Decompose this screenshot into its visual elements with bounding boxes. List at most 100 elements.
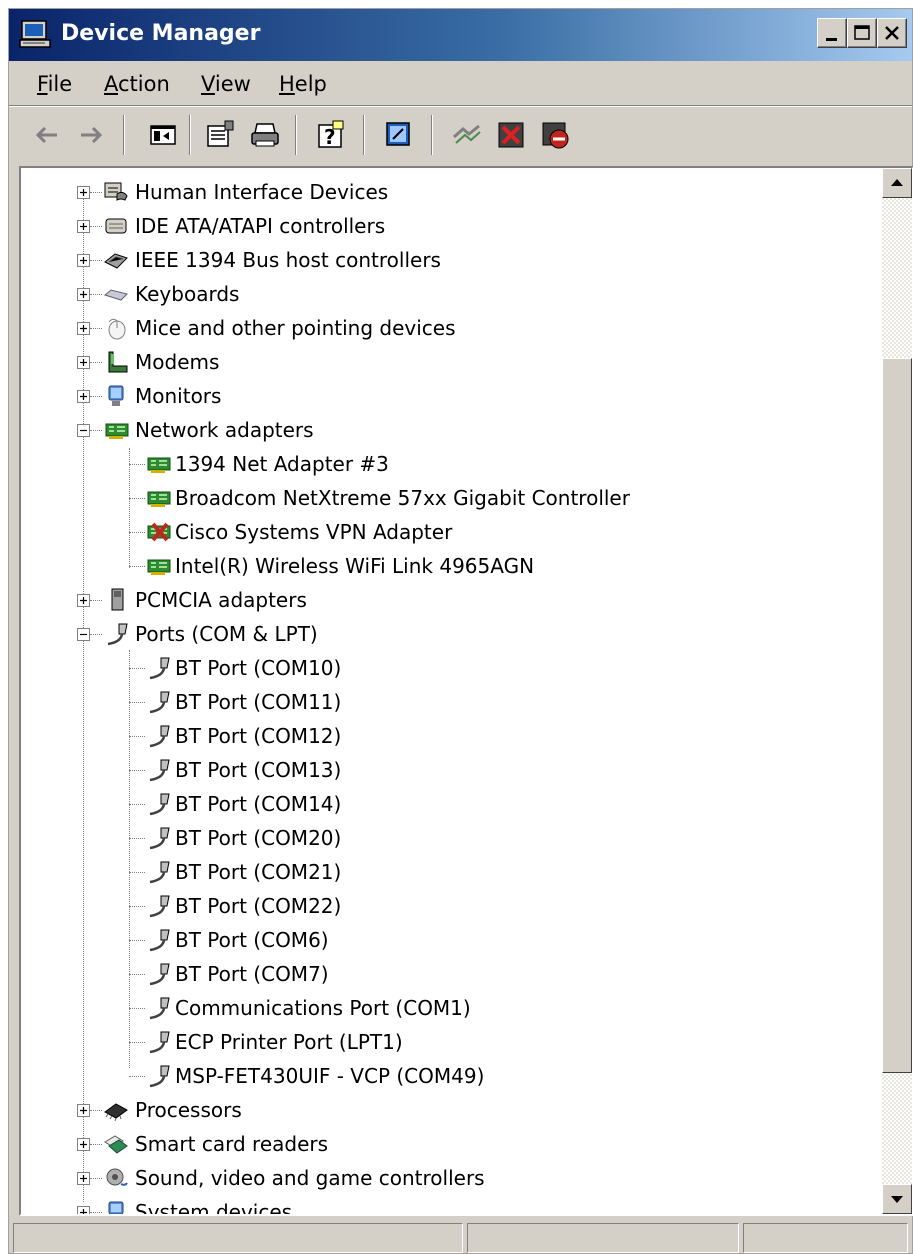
tree-node-smart-card-readers[interactable]: Smart card readers [21,1128,881,1160]
tree-node-port[interactable]: BT Port (COM13) [21,754,881,786]
menu-file[interactable]: File [37,69,72,99]
tree-node-port[interactable]: BT Port (COM20) [21,822,881,854]
expand-icon[interactable] [77,594,90,607]
tree-label: BT Port (COM20) [175,826,342,850]
collapse-icon[interactable] [77,628,90,641]
expand-icon[interactable] [77,220,90,233]
tree-node-pcmcia-adapters[interactable]: PCMCIA adapters [21,584,881,616]
window-title: Device Manager [61,21,261,46]
tree-node-port[interactable]: BT Port (COM10) [21,652,881,684]
tree-node-processors[interactable]: Processors [21,1094,881,1126]
tree-node-port[interactable]: BT Port (COM11) [21,686,881,718]
tree-line [129,498,145,499]
menu-view[interactable]: View [201,69,251,99]
expand-icon[interactable] [77,390,90,403]
tree-line [90,634,102,635]
expand-icon[interactable] [77,322,90,335]
tree-node-port[interactable]: BT Port (COM6) [21,924,881,956]
tree-node-ieee1394-controllers[interactable]: IEEE 1394 Bus host controllers [21,244,881,276]
expand-icon[interactable] [77,356,90,369]
minimize-button[interactable] [817,18,847,48]
maximize-button[interactable] [847,18,877,48]
tree-node-network-device[interactable]: 1394 Net Adapter #3 [21,448,881,480]
tree-node-port[interactable]: MSP-FET430UIF - VCP (COM49) [21,1060,881,1092]
status-panel [743,1223,908,1253]
expand-icon[interactable] [77,186,90,199]
pcmcia-icon [111,588,124,611]
expand-icon[interactable] [77,1138,90,1151]
tree-node-port[interactable]: Communications Port (COM1) [21,992,881,1024]
back-icon[interactable] [29,117,65,153]
menu-action-accesskey: A [104,72,118,96]
print-icon[interactable] [247,117,283,153]
tree-label: BT Port (COM12) [175,724,342,748]
expand-icon[interactable] [77,1206,90,1214]
scroll-up-icon [891,179,903,186]
tree-node-network-adapters[interactable]: Network adapters [21,414,881,446]
forward-icon[interactable] [73,117,109,153]
scrollbar-thumb[interactable] [882,358,912,1073]
modem-icon [108,351,128,373]
tree-node-keyboards[interactable]: Keyboards [21,278,881,310]
tree-node-modems[interactable]: Modems [21,346,881,378]
tree-label: Communications Port (COM1) [175,996,471,1020]
scroll-down-button[interactable] [882,1184,912,1214]
network-adapter-icon [105,423,129,439]
tree-node-port[interactable]: BT Port (COM22) [21,890,881,922]
tree-node-network-device[interactable]: Broadcom NetXtreme 57xx Gigabit Controll… [21,482,881,514]
title-bar[interactable]: Device Manager [9,9,912,61]
tree-label: System devices [135,1200,293,1216]
disable-icon[interactable] [537,117,573,153]
tree-node-port[interactable]: BT Port (COM21) [21,856,881,888]
expand-icon[interactable] [77,1172,90,1185]
tree-label: Human Interface Devices [135,180,389,204]
tree-node-ide-controllers[interactable]: IDE ATA/ATAPI controllers [21,210,881,242]
help-icon[interactable]: ? [313,117,349,153]
toolbar-separator [295,115,297,155]
tree-label: ECP Printer Port (LPT1) [175,1030,403,1054]
update-driver-icon[interactable] [449,117,485,153]
tree-line [90,260,102,261]
port-connector-icon [149,997,170,1020]
menu-file-rest: ile [47,72,73,96]
show-hide-console-tree-icon[interactable] [145,117,181,153]
tree-line [90,328,102,329]
tree-label: Network adapters [135,418,314,442]
vertical-scrollbar[interactable] [882,168,912,1214]
tree-node-ports[interactable]: Ports (COM & LPT) [21,618,881,650]
tree-node-port[interactable]: ECP Printer Port (LPT1) [21,1026,881,1058]
tree-node-sound-video-game[interactable]: Sound, video and game controllers [21,1162,881,1194]
tree-node-port[interactable]: BT Port (COM7) [21,958,881,990]
tree-node-mice[interactable]: Mice and other pointing devices [21,312,881,344]
tree-label: PCMCIA adapters [135,588,307,612]
expand-icon[interactable] [77,254,90,267]
smart-card-reader-icon [104,1135,128,1154]
tree-node-monitors[interactable]: Monitors [21,380,881,412]
expand-icon[interactable] [77,288,90,301]
tree-line [90,600,102,601]
close-button[interactable] [877,18,907,48]
tree-node-network-device-disabled[interactable]: Cisco Systems VPN Adapter [21,516,881,548]
uninstall-icon[interactable] [493,117,529,153]
mouse-icon [108,318,126,340]
tree-node-system-devices[interactable]: System devices [21,1196,881,1216]
menu-help[interactable]: Help [279,69,327,99]
tree-node-port[interactable]: BT Port (COM14) [21,788,881,820]
tree-line [129,702,145,703]
minimize-icon [826,38,837,41]
network-adapter-icon [147,491,171,507]
collapse-icon[interactable] [77,424,90,437]
toolbar: ? [9,107,912,163]
tree-line [129,804,145,805]
scan-hardware-icon[interactable] [381,117,417,153]
status-panel [13,1223,463,1253]
tree-node-port[interactable]: BT Port (COM12) [21,720,881,752]
device-tree-pane[interactable]: Human Interface Devices IDE ATA/ATAPI co… [19,166,913,1216]
tree-node-network-device[interactable]: Intel(R) Wireless WiFi Link 4965AGN [21,550,881,582]
scroll-up-button[interactable] [882,168,912,198]
menu-action[interactable]: Action [104,69,170,99]
properties-icon[interactable] [203,117,239,153]
tree-node-human-interface-devices[interactable]: Human Interface Devices [21,176,881,208]
tree-line [90,1144,102,1145]
expand-icon[interactable] [77,1104,90,1117]
